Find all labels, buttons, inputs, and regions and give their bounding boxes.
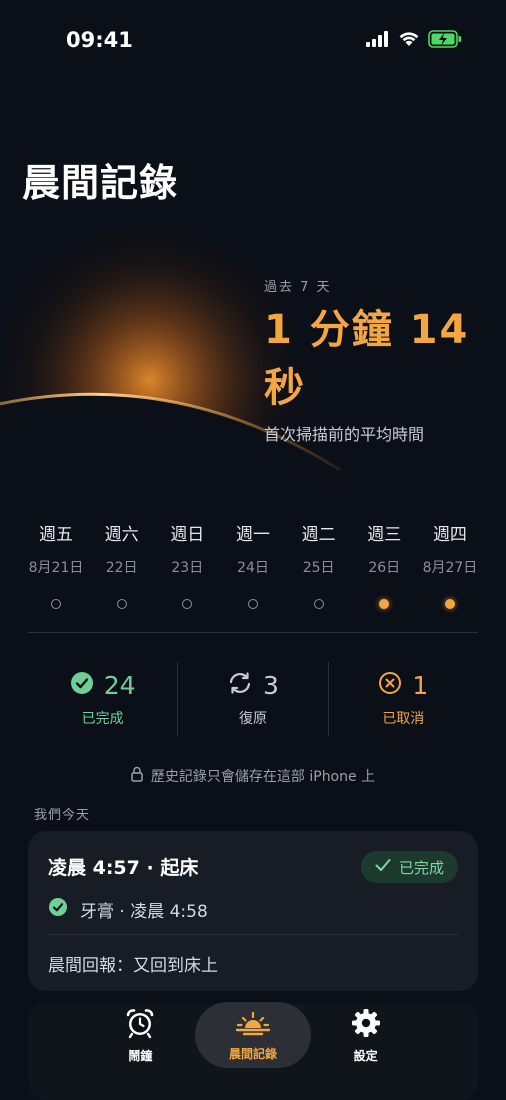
day-name: 週六: [104, 525, 139, 545]
day-status-dot: [116, 599, 127, 609]
entry-title: 凌晨 4:57 · 起床: [48, 857, 199, 879]
day-date: 8月21日: [28, 560, 84, 576]
privacy-text: 歷史記錄只會儲存在這部 iPhone 上: [150, 769, 376, 785]
day-name: 週日: [170, 525, 205, 545]
alarm-clock-icon: [124, 1007, 156, 1043]
page-title: 晨間記錄: [22, 161, 179, 205]
status-time: 09:41: [66, 28, 133, 52]
signal-icon: [366, 31, 390, 51]
day-status-dot: [247, 599, 258, 609]
tab-alarm-label: 鬧鐘: [128, 1048, 153, 1063]
day-name: 週一: [235, 525, 270, 545]
day-status-dot: [51, 599, 61, 609]
cancelled-count: 1: [412, 670, 429, 700]
refresh-icon: [227, 671, 253, 699]
tab-settings[interactable]: 設定: [311, 1002, 420, 1068]
check-circle-icon: [48, 897, 68, 922]
stats-row: 24 已完成 3 復原 1 已取消: [28, 662, 478, 736]
tab-bar: 鬧鐘 晨間記錄 設定: [80, 996, 426, 1074]
morning-report: 晨間回報：又回到床上: [48, 956, 218, 976]
tab-settings-label: 設定: [353, 1048, 378, 1063]
sunrise-icon: [234, 1009, 272, 1041]
status-badge: 已完成: [360, 851, 458, 883]
gear-icon: [350, 1007, 382, 1043]
section-label: 我們今天: [34, 808, 91, 823]
day-date: 23日: [171, 560, 204, 576]
summary-caption: 首次掃描前的平均時間: [264, 425, 425, 444]
stat-completed[interactable]: 24 已完成: [28, 662, 177, 736]
completed-label: 已完成: [81, 710, 124, 727]
check-circle-icon: [70, 671, 94, 699]
battery-charging-icon: [428, 30, 462, 52]
wifi-icon: [398, 31, 420, 51]
stat-restored[interactable]: 3 復原: [177, 662, 327, 736]
restored-label: 復原: [238, 710, 267, 727]
status-badge-label: 已完成: [398, 858, 444, 877]
day-name: 週五: [39, 525, 73, 545]
status-icons: [366, 30, 462, 52]
day-status-dot: [313, 599, 324, 609]
card-divider: [48, 934, 458, 935]
day-date: 8月27日: [422, 560, 478, 576]
day-status-dot: [182, 599, 193, 609]
tab-alarm[interactable]: 鬧鐘: [86, 1002, 195, 1068]
average-summary: 過去 7 天 1 分鐘 14 秒 首次掃描前的平均時間: [264, 276, 494, 445]
status-bar: 09:41: [0, 0, 506, 80]
day-date: 22日: [105, 560, 138, 576]
day-column[interactable]: 週一 24日: [225, 520, 281, 609]
restored-count: 3: [263, 670, 279, 700]
day-column[interactable]: 週五 8月21日: [28, 520, 84, 609]
day-column[interactable]: 週四 8月27日: [422, 520, 478, 609]
tab-morning-log[interactable]: 晨間記錄: [194, 1002, 312, 1068]
lock-icon: [131, 766, 143, 786]
stat-cancelled[interactable]: 1 已取消: [327, 662, 478, 736]
day-name: 週四: [432, 525, 467, 545]
day-column[interactable]: 週二 25日: [291, 520, 347, 609]
day-date: 24日: [237, 560, 269, 576]
week-strip: 週五 8月21日 週六 22日 週日 23日 週一 24日 週二 25日 週三 …: [28, 520, 478, 609]
day-name: 週二: [301, 525, 336, 545]
completed-count: 24: [103, 670, 136, 700]
day-status-dot: [379, 599, 390, 609]
checkmark-icon: [375, 858, 391, 876]
day-date: 26日: [368, 560, 401, 576]
divider: [28, 632, 478, 633]
tab-morning-log-label: 晨間記錄: [229, 1046, 278, 1061]
cancelled-label: 已取消: [382, 710, 425, 727]
entry-task-text: 牙膏 · 凌晨 4:58: [80, 902, 208, 922]
day-status-dot: [444, 599, 455, 609]
day-name: 週三: [367, 525, 402, 545]
x-circle-icon: [378, 671, 402, 699]
day-date: 25日: [302, 560, 335, 576]
day-column[interactable]: 週六 22日: [94, 520, 150, 609]
privacy-note: 歷史記錄只會儲存在這部 iPhone 上: [0, 766, 506, 786]
entry-task: 牙膏 · 凌晨 4:58: [48, 897, 208, 922]
summary-period: 過去 7 天: [264, 280, 332, 295]
today-entry-card[interactable]: 凌晨 4:57 · 起床 已完成 牙膏 · 凌晨 4:58 晨間回報：又回到床上: [28, 831, 478, 991]
day-column[interactable]: 週日 23日: [159, 520, 215, 609]
day-column[interactable]: 週三 26日: [356, 520, 412, 609]
summary-value: 1 分鐘 14 秒: [264, 307, 470, 411]
